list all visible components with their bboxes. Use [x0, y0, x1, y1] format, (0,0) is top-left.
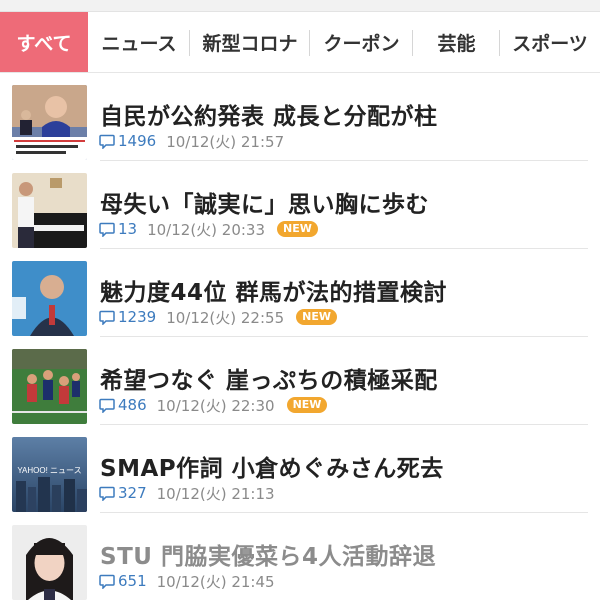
tab-label: 新型コロナ	[202, 32, 298, 55]
article-title: 魅力度44位 群馬が法的措置検討	[100, 280, 448, 306]
article-meta: 651 10/12(火) 21:45	[99, 570, 275, 592]
article-row[interactable]: YAHOO! ニュース SMAP作詞 小倉めぐみさん死去 327 10/12(火…	[0, 425, 600, 513]
tab-covid[interactable]: 新型コロナ	[190, 12, 310, 72]
comment-count: 486	[99, 396, 147, 414]
article-thumbnail: YAHOO! ニュース	[12, 437, 87, 512]
article-row[interactable]: 魅力度44位 群馬が法的措置検討 1239 10/12(火) 22:55 NEW	[0, 249, 600, 337]
article-date: 10/12(火) 22:55	[166, 308, 285, 327]
speech-bubble-icon	[99, 310, 115, 325]
article-thumbnail	[12, 261, 87, 336]
new-badge: NEW	[277, 221, 318, 237]
article-title: STU 門脇実優菜ら4人活動辞退	[100, 544, 436, 570]
article-title: SMAP作詞 小倉めぐみさん死去	[100, 456, 444, 482]
article-date: 10/12(火) 21:57	[166, 132, 285, 151]
speech-bubble-icon	[99, 222, 115, 237]
article-meta: 327 10/12(火) 21:13	[99, 482, 275, 504]
article-thumbnail	[12, 525, 87, 600]
article-date: 10/12(火) 21:13	[156, 484, 275, 503]
article-date: 10/12(火) 21:45	[156, 572, 275, 591]
tab-label: クーポン	[323, 32, 400, 55]
comment-count: 327	[99, 484, 147, 502]
tab-label: スポーツ	[512, 32, 588, 55]
comment-count-value: 486	[118, 396, 147, 414]
article-title: 母失い「誠実に」思い胸に歩む	[100, 192, 429, 218]
article-row[interactable]: STU 門脇実優菜ら4人活動辞退 651 10/12(火) 21:45	[0, 513, 600, 601]
comment-count-value: 651	[118, 572, 147, 590]
speech-bubble-icon	[99, 574, 115, 589]
tab-entertainment[interactable]: 芸能	[413, 12, 500, 72]
tab-coupon[interactable]: クーポン	[310, 12, 413, 72]
article-row[interactable]: 自民が公約発表 成長と分配が柱 1496 10/12(火) 21:57	[0, 73, 600, 161]
comment-count-value: 1496	[118, 132, 157, 150]
yahoo-news-logo-text: YAHOO! ニュース	[17, 466, 81, 475]
speech-bubble-icon	[99, 486, 115, 501]
comment-count: 1496	[99, 132, 156, 150]
article-title: 自民が公約発表 成長と分配が柱	[100, 104, 438, 130]
tab-label: すべて	[16, 32, 72, 55]
article-title: 希望つなぐ 崖っぷちの積極采配	[100, 368, 438, 394]
tab-sports[interactable]: スポーツ	[500, 12, 600, 72]
comment-count-value: 13	[118, 220, 138, 238]
new-badge: NEW	[286, 397, 328, 413]
category-tab-bar: すべて ニュース 新型コロナ クーポン 芸能 スポーツ	[0, 12, 600, 73]
comment-count: 13	[99, 220, 137, 238]
comment-count: 1239	[99, 308, 156, 326]
new-badge: NEW	[296, 309, 337, 325]
article-meta: 13 10/12(火) 20:33 NEW	[99, 218, 318, 240]
top-strip	[0, 0, 600, 12]
speech-bubble-icon	[99, 398, 115, 413]
comment-count: 651	[99, 572, 147, 590]
article-meta: 486 10/12(火) 22:30 NEW	[99, 394, 328, 416]
article-thumbnail	[12, 85, 87, 160]
article-row[interactable]: 希望つなぐ 崖っぷちの積極采配 486 10/12(火) 22:30 NEW	[0, 337, 600, 425]
tab-all[interactable]: すべて	[0, 12, 88, 72]
article-date: 10/12(火) 22:30	[156, 396, 275, 415]
article-date: 10/12(火) 20:33	[147, 220, 266, 239]
tab-news[interactable]: ニュース	[88, 12, 190, 72]
article-row[interactable]: 母失い「誠実に」思い胸に歩む 13 10/12(火) 20:33 NEW	[0, 161, 600, 249]
comment-count-value: 327	[118, 484, 147, 502]
article-meta: 1239 10/12(火) 22:55 NEW	[99, 306, 337, 328]
article-thumbnail	[12, 349, 87, 424]
speech-bubble-icon	[99, 134, 115, 149]
tab-label: 芸能	[437, 32, 476, 55]
article-thumbnail	[12, 173, 87, 248]
article-meta: 1496 10/12(火) 21:57	[99, 130, 284, 152]
tab-label: ニュース	[101, 32, 177, 55]
comment-count-value: 1239	[118, 308, 157, 326]
